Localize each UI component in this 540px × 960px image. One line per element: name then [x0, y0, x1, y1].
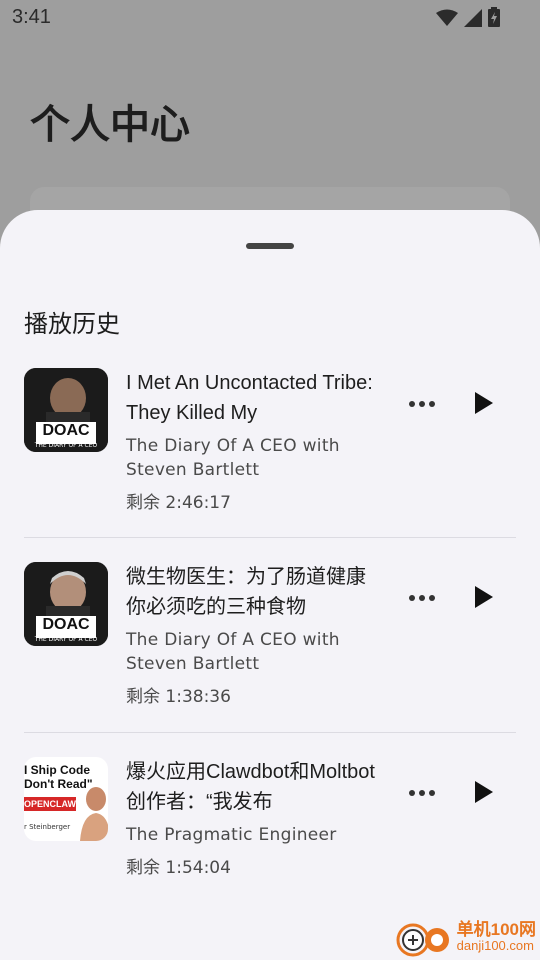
watermark: 单机100网 danji100.com — [395, 918, 536, 958]
play-history-sheet: 播放历史 DOAC THE DIARY OF A CEO I Met An Un… — [0, 210, 540, 960]
remaining-time: 剩余 1:54:04 — [126, 858, 231, 878]
drag-handle[interactable] — [246, 243, 294, 249]
history-item[interactable]: DOAC THE DIARY OF A CEO 微生物医生：为了肠道健康你必须吃… — [24, 562, 516, 712]
watermark-url: danji100.com — [456, 938, 534, 953]
watermark-logo-icon — [396, 923, 449, 957]
wifi-icon — [436, 8, 458, 32]
podcast-cover: DOAC THE DIARY OF A CEO — [24, 562, 108, 646]
podcast-cover: I Ship Code Don't Read" OPENCLAW r Stein… — [24, 757, 108, 841]
cover-brand: DOAC — [42, 422, 90, 439]
play-icon[interactable] — [468, 388, 498, 418]
remaining-time: 剩余 1:38:36 — [126, 687, 231, 707]
divider — [24, 732, 516, 733]
history-item[interactable]: DOAC THE DIARY OF A CEO I Met An Unconta… — [24, 368, 516, 518]
status-time: 3:41 — [12, 6, 51, 28]
divider — [24, 537, 516, 538]
play-icon[interactable] — [468, 582, 498, 612]
more-options-button[interactable] — [404, 584, 440, 612]
history-item[interactable]: I Ship Code Don't Read" OPENCLAW r Stein… — [24, 757, 516, 887]
podcast-author: The Diary Of A CEO with Steven Bartlett — [126, 630, 340, 674]
sheet-title: 播放历史 — [24, 311, 120, 338]
episode-title: I Met An Uncontacted Tribe: They Killed … — [126, 372, 373, 424]
episode-title: 爆火应用Clawdbot和Moltbot创作者：“我发布 — [126, 761, 375, 813]
watermark-name: 单机100网 — [456, 920, 536, 939]
play-icon[interactable] — [468, 777, 498, 807]
cover-subtitle: THE DIARY OF A CEO — [34, 636, 98, 643]
more-options-button[interactable] — [404, 779, 440, 807]
page-title: 个人中心 — [30, 103, 190, 147]
podcast-author: The Pragmatic Engineer — [126, 825, 337, 845]
cover-brand: DOAC — [42, 616, 90, 633]
battery-icon — [488, 7, 500, 32]
remaining-time: 剩余 2:46:17 — [126, 493, 231, 513]
more-options-button[interactable] — [404, 390, 440, 418]
status-bar: 3:41 — [0, 0, 540, 36]
cover-subtitle: THE DIARY OF A CEO — [34, 442, 98, 449]
podcast-author: The Diary Of A CEO with Steven Bartlett — [126, 436, 340, 480]
podcast-cover: DOAC THE DIARY OF A CEO — [24, 368, 108, 452]
episode-title: 微生物医生：为了肠道健康你必须吃的三种食物 — [126, 566, 366, 618]
signal-icon — [464, 8, 482, 32]
